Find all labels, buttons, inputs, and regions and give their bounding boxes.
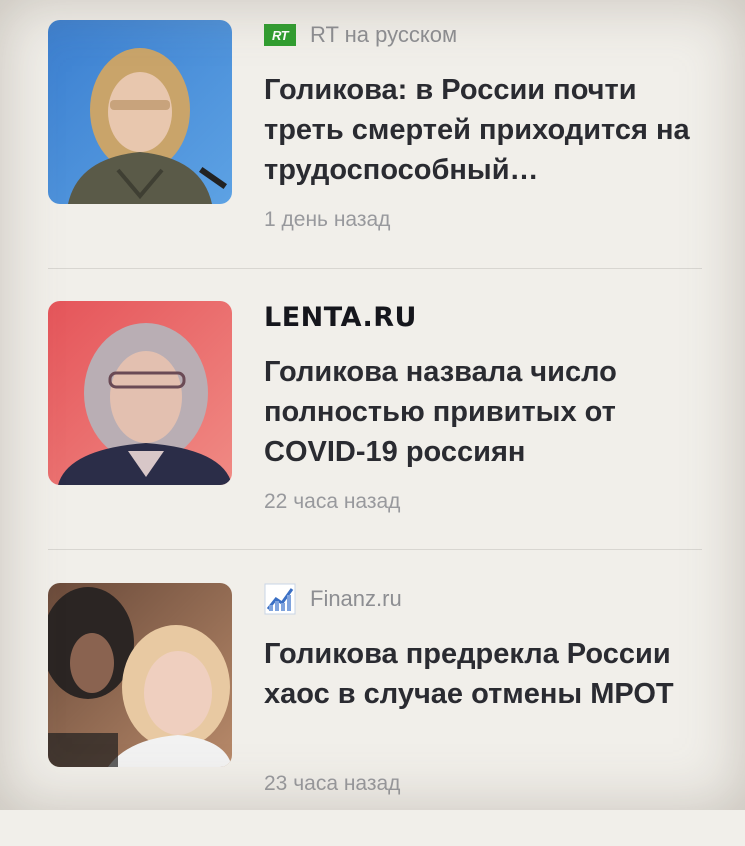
news-thumbnail[interactable] [48, 301, 232, 485]
news-headline[interactable]: Голикова: в России почти треть смертей п… [264, 70, 704, 190]
rt-logo-icon: RT [264, 24, 296, 46]
news-headline[interactable]: Голикова назвала число полностью привиты… [264, 352, 704, 472]
news-thumbnail[interactable] [48, 20, 232, 204]
news-item[interactable]: RT RT на русском Голикова: в России почт… [0, 0, 745, 282]
source-name: Finanz.ru [310, 586, 402, 611]
divider [48, 268, 702, 269]
source-name: RT на русском [310, 22, 458, 47]
news-time: 1 день назад [264, 208, 391, 231]
news-item[interactable]: Finanz.ru Голикова предрекла России хаос… [0, 564, 745, 846]
news-time: 22 часа назад [264, 490, 401, 513]
news-thumbnail[interactable] [48, 583, 232, 767]
news-source[interactable]: RT RT на русском [264, 18, 457, 52]
news-time: 23 часа назад [264, 772, 401, 795]
news-headline[interactable]: Голикова предрекла России хаос в случае … [264, 634, 704, 714]
lenta-logo: LENTA.RU [264, 301, 417, 333]
news-source[interactable]: Finanz.ru [264, 582, 402, 616]
news-item[interactable]: LENTA.RU Голикова назвала число полность… [0, 282, 745, 564]
divider [48, 549, 702, 550]
news-source[interactable]: LENTA.RU [264, 300, 417, 334]
finanz-chart-icon [264, 583, 296, 615]
